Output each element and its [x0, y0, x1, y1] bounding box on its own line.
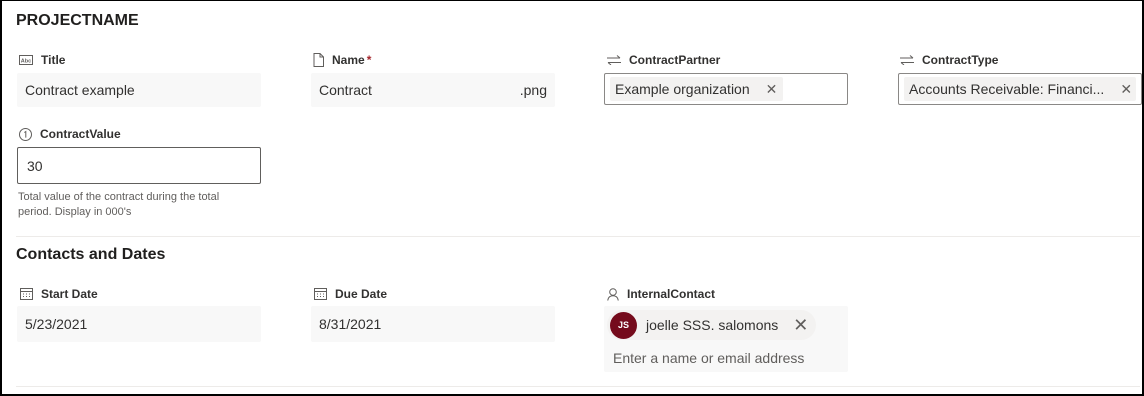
lookup-arrows-icon — [607, 55, 621, 65]
contractpartner-lookup[interactable]: Example organization ✕ — [604, 73, 848, 105]
text-field-icon: Abc — [19, 55, 33, 65]
contractpartner-label-text: ContractPartner — [629, 53, 721, 67]
startdate-field-label: Start Date — [20, 287, 98, 301]
lookup-arrows-icon — [900, 55, 914, 65]
people-search-input[interactable]: Enter a name or email address — [613, 350, 804, 366]
section-title-projectname: PROJECTNAME — [16, 12, 139, 29]
help-line-2: period. Display in 000's — [18, 206, 132, 218]
name-field-label: Name * — [313, 53, 371, 67]
internalcontact-field-label: InternalContact — [607, 287, 715, 301]
contracttype-tag-text: Accounts Receivable: Financi... — [909, 81, 1105, 97]
name-redacted-area — [311, 79, 519, 101]
svg-text:Abc: Abc — [21, 58, 31, 64]
section-divider — [16, 236, 1140, 237]
internalcontact-label-text: InternalContact — [627, 287, 716, 301]
document-icon — [313, 53, 324, 67]
title-field-label: Abc Title — [19, 53, 65, 67]
duedate-label-text: Due Date — [335, 287, 388, 301]
person-name: joelle SSS. salomons — [646, 317, 779, 333]
contractvalue-help-text: Total value of the contract during the t… — [18, 190, 268, 220]
section-title-contacts-dates: Contacts and Dates — [16, 246, 166, 263]
required-indicator: * — [366, 53, 372, 67]
contracttype-tag: Accounts Receivable: Financi... ✕ — [904, 77, 1136, 101]
remove-tag-icon[interactable]: ✕ — [766, 82, 778, 96]
duedate-value[interactable]: 8/31/2021 — [311, 306, 555, 342]
title-value[interactable]: Contract example — [17, 73, 261, 107]
help-line-1: Total value of the contract during the t… — [18, 191, 220, 203]
name-label-text: Name — [332, 53, 365, 67]
calendar-icon — [314, 288, 327, 300]
contractpartner-tag-text: Example organization — [615, 81, 750, 97]
person-icon — [607, 287, 619, 301]
remove-tag-icon[interactable]: ✕ — [1120, 82, 1132, 96]
duedate-field-label: Due Date — [314, 287, 387, 301]
name-extension: .png — [519, 82, 547, 98]
number-icon — [19, 127, 32, 141]
name-value-field[interactable]: Contract .png — [311, 73, 555, 107]
contracttype-label-text: ContractType — [922, 53, 999, 67]
contracttype-lookup[interactable]: Accounts Receivable: Financi... ✕ — [898, 73, 1142, 105]
contracttype-field-label: ContractType — [900, 53, 998, 67]
person-pill: JS joelle SSS. salomons ✕ — [607, 310, 817, 340]
contractvalue-field-label: ContractValue — [19, 127, 121, 141]
contractpartner-tag: Example organization ✕ — [610, 77, 784, 101]
startdate-value[interactable]: 5/23/2021 — [17, 306, 261, 342]
internalcontact-picker[interactable]: JS joelle SSS. salomons ✕ Enter a name o… — [604, 306, 848, 372]
contractvalue-input[interactable]: 30 — [17, 147, 261, 184]
calendar-icon — [20, 288, 33, 300]
title-label-text: Title — [41, 53, 66, 67]
contractvalue-label-text: ContractValue — [40, 127, 121, 141]
contractpartner-field-label: ContractPartner — [607, 53, 720, 67]
section-divider — [16, 386, 1140, 387]
remove-person-icon[interactable]: ✕ — [793, 316, 808, 334]
avatar: JS — [610, 311, 637, 339]
startdate-label-text: Start Date — [41, 287, 98, 301]
project-form: PROJECTNAME Abc Title Contract example N… — [0, 0, 1144, 396]
